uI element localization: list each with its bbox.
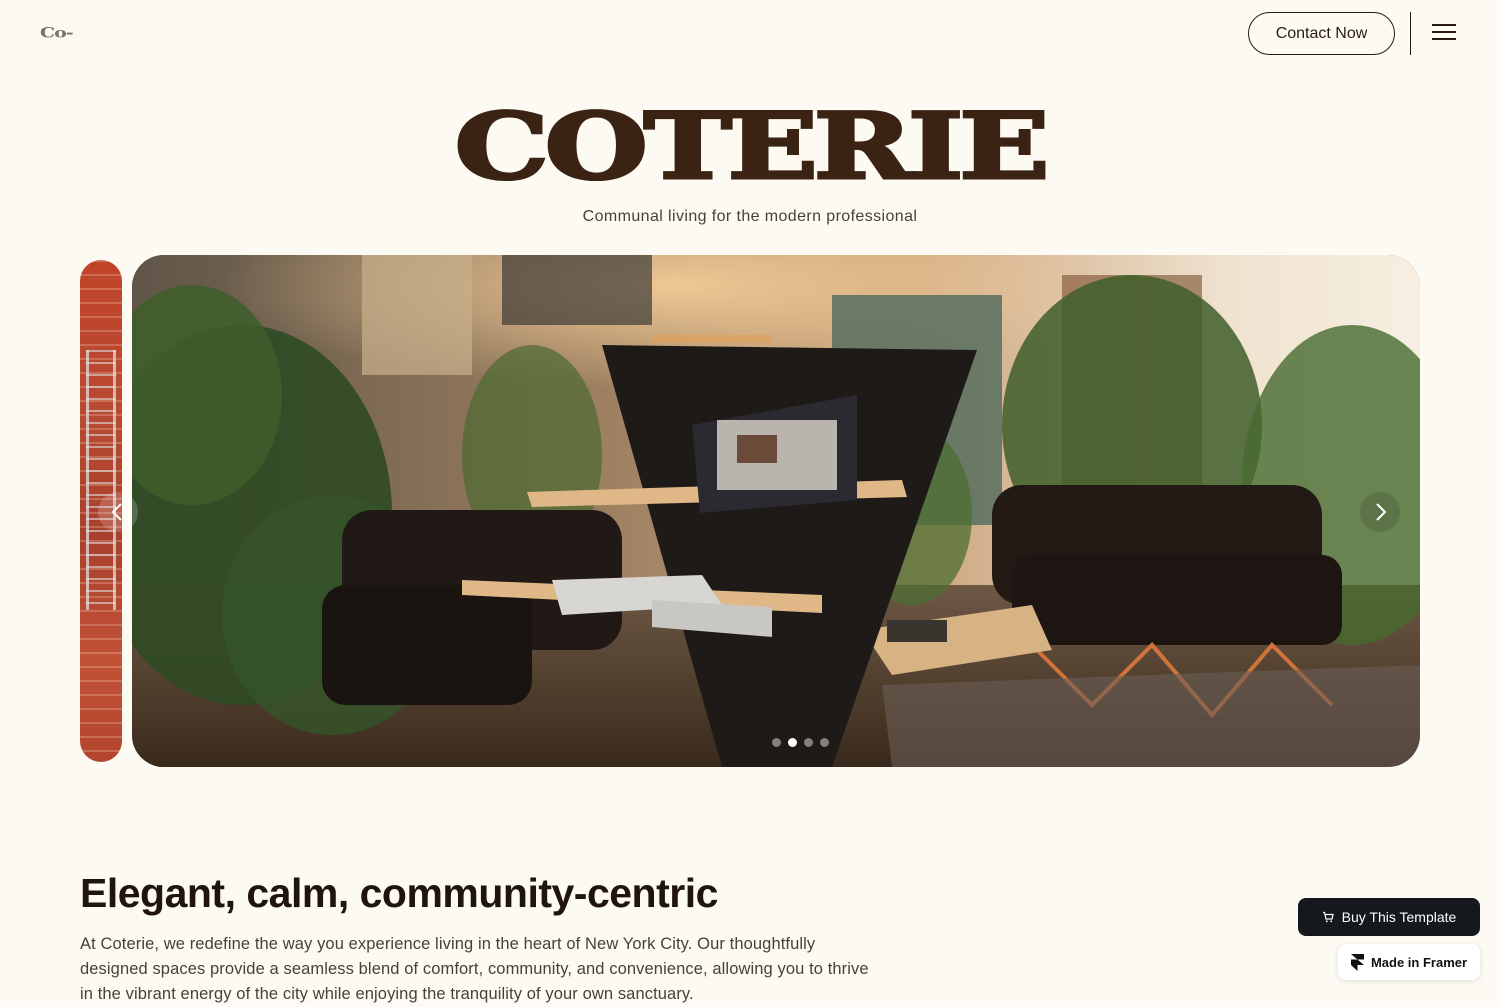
carousel-slide-current (132, 255, 1420, 767)
cart-icon (1322, 911, 1334, 923)
framer-logo-icon (1350, 953, 1364, 971)
carousel-dot-1[interactable] (772, 738, 781, 747)
framer-label: Made in Framer (1370, 954, 1468, 970)
carousel-prev-button[interactable] (98, 492, 138, 532)
buy-template-label: Buy This Template (1341, 909, 1457, 925)
header-divider (1410, 12, 1411, 55)
intro-body: At Coterie, we redefine the way you expe… (80, 935, 869, 1003)
site-header: Co- Contact Now (0, 0, 1500, 66)
logo[interactable]: Co- (40, 25, 74, 42)
hamburger-menu-icon[interactable] (1432, 24, 1456, 41)
hero-subtitle: Communal living for the modern professio… (582, 208, 918, 225)
carousel-next-button[interactable] (1360, 492, 1400, 532)
menu-bar (1432, 24, 1456, 26)
buy-template-button[interactable]: Buy This Template (1298, 898, 1480, 936)
contact-now-button[interactable]: Contact Now (1248, 12, 1395, 55)
fire-escape-detail (86, 350, 116, 610)
menu-bar (1432, 31, 1456, 33)
hero-title: COTERIE (453, 93, 1052, 201)
intro-title: Elegant, calm, community-centric (80, 870, 718, 916)
carousel-pagination (772, 738, 832, 748)
image-carousel (80, 255, 1420, 767)
carousel-dot-4[interactable] (820, 738, 829, 747)
menu-bar (1432, 38, 1456, 40)
made-in-framer-badge[interactable]: Made in Framer (1338, 944, 1480, 980)
chevron-left-icon (111, 503, 122, 521)
carousel-dot-2[interactable] (788, 738, 797, 747)
carousel-dot-3[interactable] (804, 738, 813, 747)
coworking-lounge-photo (132, 255, 1420, 767)
chevron-right-icon (1376, 503, 1387, 521)
